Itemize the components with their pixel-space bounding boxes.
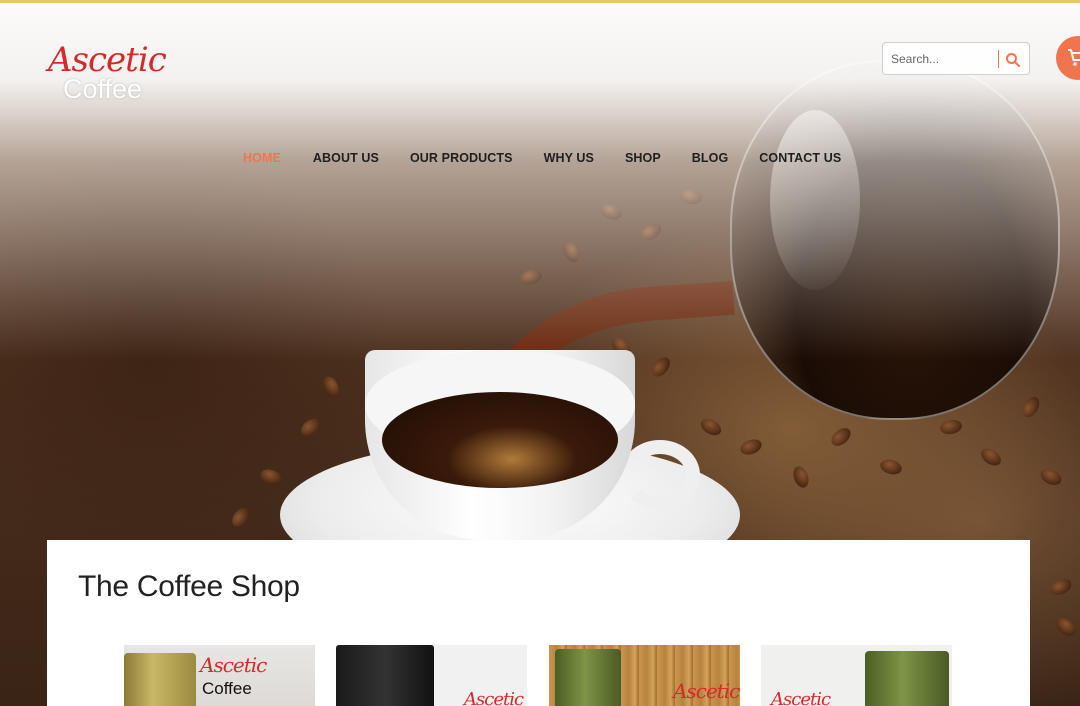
nav-item-why-us[interactable]: WHY US (544, 151, 594, 169)
coffee-bean (1053, 614, 1079, 640)
product-card[interactable]: Ascetic Coffee (124, 645, 315, 706)
coffee-bean (1038, 466, 1064, 488)
coffee-shop-section: The Coffee Shop Ascetic Coffee Ascetic A… (47, 540, 1030, 706)
top-accent-line (0, 0, 1080, 3)
coffee-bean (320, 374, 342, 400)
search-box (882, 42, 1030, 75)
product-card[interactable]: Ascetic (336, 645, 527, 706)
coffee-bean (977, 444, 1005, 470)
product-card[interactable]: Ascetic (761, 645, 952, 706)
coffee-bean (938, 418, 964, 436)
search-icon[interactable] (1004, 51, 1022, 69)
product-bag-image (336, 645, 434, 706)
main-nav: HOME ABOUT US OUR PRODUCTS WHY US SHOP B… (243, 151, 841, 169)
product-bag-image (555, 649, 621, 706)
logo-word-text: Coffee (63, 74, 143, 104)
coffee-bean (828, 424, 854, 450)
site-logo[interactable]: Ascetic Coffee (48, 40, 178, 104)
product-brand-word: Coffee (202, 679, 252, 698)
product-brand-script: Ascetic (464, 689, 524, 706)
coffee-bean (1048, 576, 1074, 598)
coffee-bean (297, 414, 325, 440)
coffee-bean (1019, 393, 1043, 421)
product-bag-image (865, 651, 949, 706)
coffee-surface (382, 392, 618, 488)
product-brand-script: Ascetic (200, 653, 267, 677)
search-input[interactable] (891, 49, 991, 69)
nav-item-contact-us[interactable]: CONTACT US (759, 151, 841, 169)
coffee-bean (228, 504, 254, 530)
cup-handle (620, 440, 700, 510)
nav-item-blog[interactable]: BLOG (692, 151, 729, 169)
product-brand-script: Ascetic (771, 689, 831, 706)
nav-item-home[interactable]: HOME (243, 151, 281, 169)
nav-item-shop[interactable]: SHOP (625, 151, 661, 169)
product-card[interactable]: Ascetic (549, 645, 740, 706)
nav-item-about-us[interactable]: ABOUT US (313, 151, 379, 169)
search-divider (998, 50, 999, 68)
product-brand-script: Ascetic (673, 679, 740, 703)
coffee-bean (258, 466, 284, 488)
coffee-bean (878, 457, 904, 477)
coffee-bean (790, 464, 812, 490)
section-title: The Coffee Shop (78, 570, 300, 603)
cart-icon (1067, 48, 1080, 73)
nav-item-our-products[interactable]: OUR PRODUCTS (410, 151, 513, 169)
product-bag-image (124, 653, 196, 706)
